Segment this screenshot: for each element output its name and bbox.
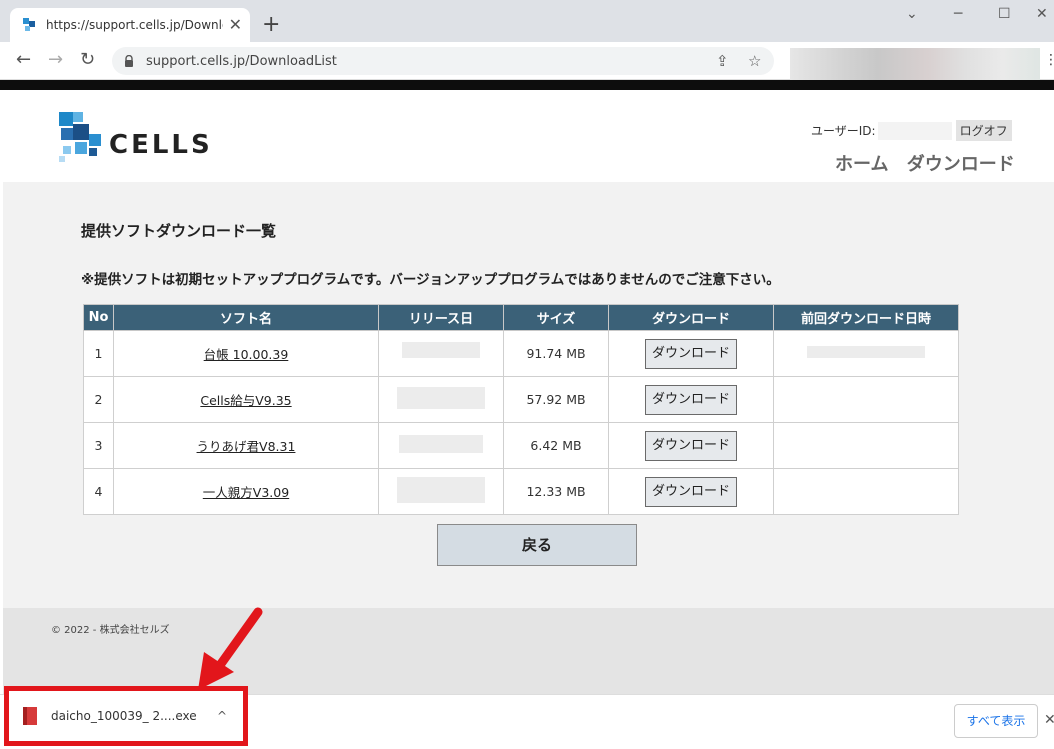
back-button[interactable]: 戻る [437,524,637,566]
software-link[interactable]: うりあげ君V8.31 [197,439,296,454]
last-download-value [773,468,959,515]
download-button[interactable]: ダウンロード [645,430,737,461]
column-header-last-download: 前回ダウンロード日時 [773,304,959,331]
cells-logo-icon[interactable] [59,112,105,162]
share-icon[interactable]: ⇪ [716,52,729,70]
user-id-label: ユーザーID: [811,124,876,138]
minimize-icon[interactable]: ─ [954,6,962,22]
web-page: CELLS ユーザーID: ログオフ ホーム ダウンロード 提供ソフトダウンロー… [3,90,1054,694]
row-no: 2 [83,376,114,423]
column-header-download: ダウンロード [608,304,774,331]
maximize-icon[interactable]: ☐ [998,6,1011,22]
size-value: 12.33 MB [503,468,609,515]
table-row: 1 台帳 10.00.39 91.74 MB ダウンロード [83,330,959,377]
size-value: 57.92 MB [503,376,609,423]
setup-notice: ※提供ソフトは初期セットアッププログラムです。バージョンアッププログラムではあり… [81,272,780,288]
lock-icon [125,55,133,67]
last-download-value [773,422,959,469]
table-row: 3 うりあげ君V8.31 6.42 MB ダウンロード [83,422,959,469]
column-header-release-date: リリース日 [378,304,504,331]
shelf-close-icon[interactable]: ✕ [1044,712,1054,728]
extensions-area [790,48,1040,84]
chevron-up-icon[interactable]: ^ [217,709,227,723]
last-download-value [807,346,925,358]
table-header-row: No ソフト名 リリース日 サイズ ダウンロード 前回ダウンロード日時 [83,304,959,331]
back-arrow-icon[interactable]: ← [16,50,31,70]
software-link[interactable]: 台帳 10.00.39 [204,347,289,362]
last-download-value [773,376,959,423]
download-button[interactable]: ダウンロード [645,338,737,369]
size-value: 6.42 MB [503,422,609,469]
release-date-value [399,435,483,453]
exe-file-icon [23,707,37,725]
show-all-button[interactable]: すべて表示 [954,704,1038,738]
site-footer: © 2022 - 株式会社セルズ [3,608,1054,694]
tab-strip: https://support.cells.jp/Downloa ✕ + ⌄ ─… [0,0,1054,42]
user-info: ユーザーID: ログオフ [811,120,1012,141]
row-no: 3 [83,422,114,469]
release-date-value [402,342,480,358]
address-bar[interactable]: support.cells.jp/DownloadList ⇪ ☆ [112,47,774,75]
more-menu-icon[interactable]: ⋮ [1044,52,1054,68]
nav-home-link[interactable]: ホーム [835,154,888,175]
main-content: 提供ソフトダウンロード一覧 ※提供ソフトは初期セットアッププログラムです。バージ… [3,182,1054,608]
browser-tab[interactable]: https://support.cells.jp/Downloa ✕ [10,8,250,42]
release-date-value [397,477,485,503]
nav-download-link[interactable]: ダウンロード [907,154,1015,175]
tab-title: https://support.cells.jp/Downloa [46,18,223,32]
copyright-text: © 2022 - 株式会社セルズ [51,625,170,636]
window-close-icon[interactable]: ✕ [1036,6,1048,22]
bookmark-star-icon[interactable]: ☆ [748,52,761,70]
cells-favicon-icon [23,18,35,31]
column-header-software: ソフト名 [113,304,379,331]
page-title: 提供ソフトダウンロード一覧 [81,222,277,240]
download-button[interactable]: ダウンロード [645,476,737,507]
column-header-no: No [83,304,114,331]
column-header-size: サイズ [503,304,609,331]
new-tab-icon[interactable]: + [262,14,280,36]
site-header: CELLS ユーザーID: ログオフ ホーム ダウンロード [3,90,1054,182]
downloaded-file-name: daicho_100039_ 2....exe [51,709,197,723]
forward-arrow-icon[interactable]: → [48,50,63,70]
red-arrow-annotation-icon [198,607,263,690]
bookmarks-bar [0,80,1054,90]
tab-search-icon[interactable]: ⌄ [906,6,918,22]
logoff-button[interactable]: ログオフ [955,120,1012,141]
download-button[interactable]: ダウンロード [645,384,737,415]
software-link[interactable]: 一人親方V3.09 [203,485,289,500]
table-row: 2 Cells給与V9.35 57.92 MB ダウンロード [83,376,959,423]
software-link[interactable]: Cells給与V9.35 [200,393,291,408]
release-date-value [397,387,485,409]
cells-logo-text: CELLS [109,130,213,160]
table-row: 4 一人親方V3.09 12.33 MB ダウンロード [83,468,959,515]
site-nav: ホーム ダウンロード [835,150,1027,176]
reload-icon[interactable]: ↻ [80,50,95,70]
row-no: 1 [83,330,114,377]
user-id-value [877,121,952,140]
row-no: 4 [83,468,114,515]
tab-close-icon[interactable]: ✕ [229,17,242,33]
url-text: support.cells.jp/DownloadList [146,53,337,69]
size-value: 91.74 MB [503,330,609,377]
download-table: No ソフト名 リリース日 サイズ ダウンロード 前回ダウンロード日時 1 台帳… [83,304,959,515]
